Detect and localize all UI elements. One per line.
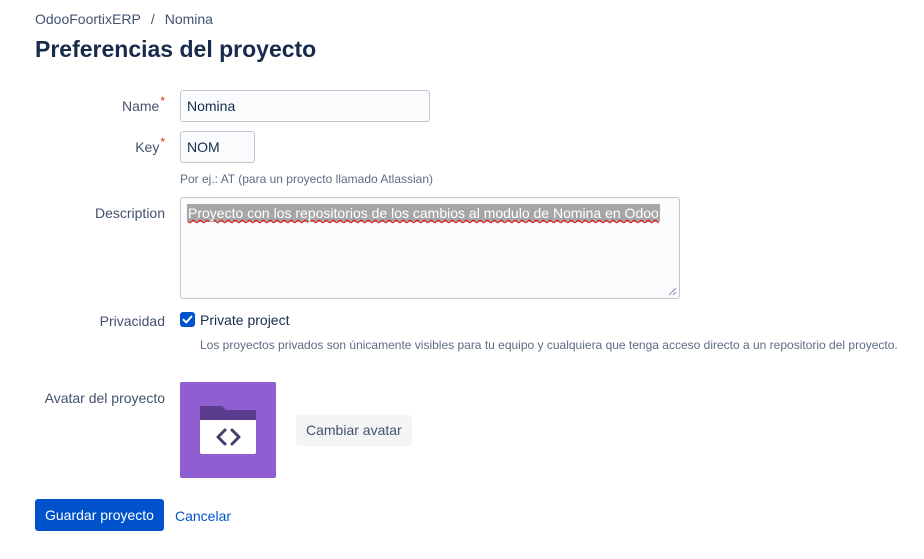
code-folder-icon — [200, 406, 256, 454]
project-avatar — [180, 382, 276, 478]
key-input[interactable] — [180, 131, 255, 163]
change-avatar-button[interactable]: Cambiar avatar — [296, 415, 412, 446]
cancel-link[interactable]: Cancelar — [175, 507, 231, 525]
breadcrumb-separator: / — [150, 11, 155, 27]
resize-grip-icon[interactable] — [667, 286, 677, 296]
description-label: Description — [94, 205, 165, 221]
key-required-marker: * — [160, 135, 165, 149]
avatar-label: Avatar del proyecto — [44, 390, 165, 406]
description-text: Proyecto con los repositorios de los cam… — [187, 204, 660, 222]
description-textarea[interactable]: Proyecto con los repositorios de los cam… — [180, 197, 680, 299]
checkmark-icon — [182, 315, 193, 324]
private-project-checkbox[interactable] — [180, 312, 195, 327]
key-hint: Por ej.: AT (para un proyecto llamado At… — [180, 172, 434, 186]
project-settings-page: OdooFoortixERP / Nomina Preferencias del p… — [0, 0, 924, 559]
save-project-button[interactable]: Guardar proyecto — [35, 499, 164, 531]
privacy-label: Privacidad — [99, 313, 165, 329]
page-title: Preferencias del proyecto — [35, 36, 317, 62]
key-label-text: Key — [135, 139, 160, 155]
privacy-hint: Los proyectos privados son únicamente vi… — [200, 338, 898, 352]
key-label: Key* — [35, 135, 165, 157]
breadcrumb-workspace-link[interactable]: OdooFoortixERP — [35, 11, 141, 27]
breadcrumb-project-link[interactable]: Nomina — [165, 11, 213, 27]
breadcrumb: OdooFoortixERP / Nomina — [35, 10, 213, 28]
name-label: Name* — [35, 94, 165, 116]
private-project-label[interactable]: Private project — [200, 311, 289, 329]
name-required-marker: * — [160, 94, 165, 108]
name-input[interactable] — [180, 90, 430, 122]
name-label-text: Name — [121, 98, 160, 114]
